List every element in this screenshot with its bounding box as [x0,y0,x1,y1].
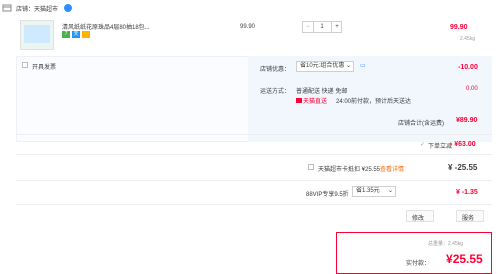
coupon-details-link[interactable]: 查看详情 [380,164,404,173]
discount-amount: -10.00 [458,64,478,71]
pay-label: 实付款： [406,261,431,267]
tag-tm: 天 [72,31,80,38]
shop-label: 店铺：天猫超市 [16,7,59,13]
unit-price: 99.90 [240,24,256,30]
item-total: 99.90 [450,24,468,31]
vip-value: ¥ -1.35 [456,189,478,196]
discount-info-icon[interactable]: ▭ [360,62,367,69]
pay-value: ¥25.55 [446,252,483,266]
chevron-down-icon: ⌄ [345,63,351,69]
service-button[interactable]: 服务 [456,210,484,222]
coupon-label: 天猫超市卡抵扣 ¥25.55 [318,167,381,173]
product-title[interactable]: 清风纸纸花原珠品4层80抽18包... [62,22,182,31]
coupon-value: ¥ -25.55 [448,163,478,172]
item-weight: 2.45kg [460,36,476,42]
qty-input[interactable]: 1 [313,22,331,32]
invoice-checkbox[interactable] [22,62,28,68]
divider [16,180,492,181]
chat-icon[interactable] [64,4,72,12]
qty-stepper[interactable]: − 1 + [302,21,342,33]
discount-label: 店铺优惠： [260,67,291,73]
shipping-note: 24:00前付款，预计后天送达 [336,99,412,105]
invoice-label[interactable]: 开具发票 [32,62,56,71]
tag-badge [82,31,90,38]
vip-select[interactable]: 省1.35元 ⌄ [352,186,396,197]
tmall-direct-badge: 天猫直送 [296,96,327,105]
coupon-checkbox[interactable] [308,164,314,170]
total-weight: 总重量：2.45kg [428,241,464,247]
tag-7: 7 [62,31,70,38]
qty-plus-button[interactable]: + [331,22,342,32]
edit-button[interactable]: 修改 [406,210,434,222]
shipping-label: 运送方式： [260,89,291,95]
discount-select[interactable]: 省10元:组合优惠 ⌄ [296,61,354,72]
check-icon: ✓ [420,142,426,148]
shipping-method: 普通配送 快递 免邮 [296,89,348,95]
shop-name[interactable]: 天猫超市 [34,7,58,13]
divider [16,154,492,155]
shop-total-label: 店铺合计(含运费) [398,121,444,127]
product-image[interactable] [20,20,54,50]
shop-icon [2,4,16,12]
cross-discount-value: - ¥63.00 [450,141,476,148]
shop-total-value: ¥89.90 [456,117,478,124]
chevron-down-icon: ⌄ [387,188,393,194]
vip-label: 88VIP专享9.5折 [306,192,349,198]
divider [16,134,492,135]
shipping-fee: 0.00 [466,86,478,92]
cross-discount-label: 下单立减 [428,144,453,150]
divider [16,204,492,205]
